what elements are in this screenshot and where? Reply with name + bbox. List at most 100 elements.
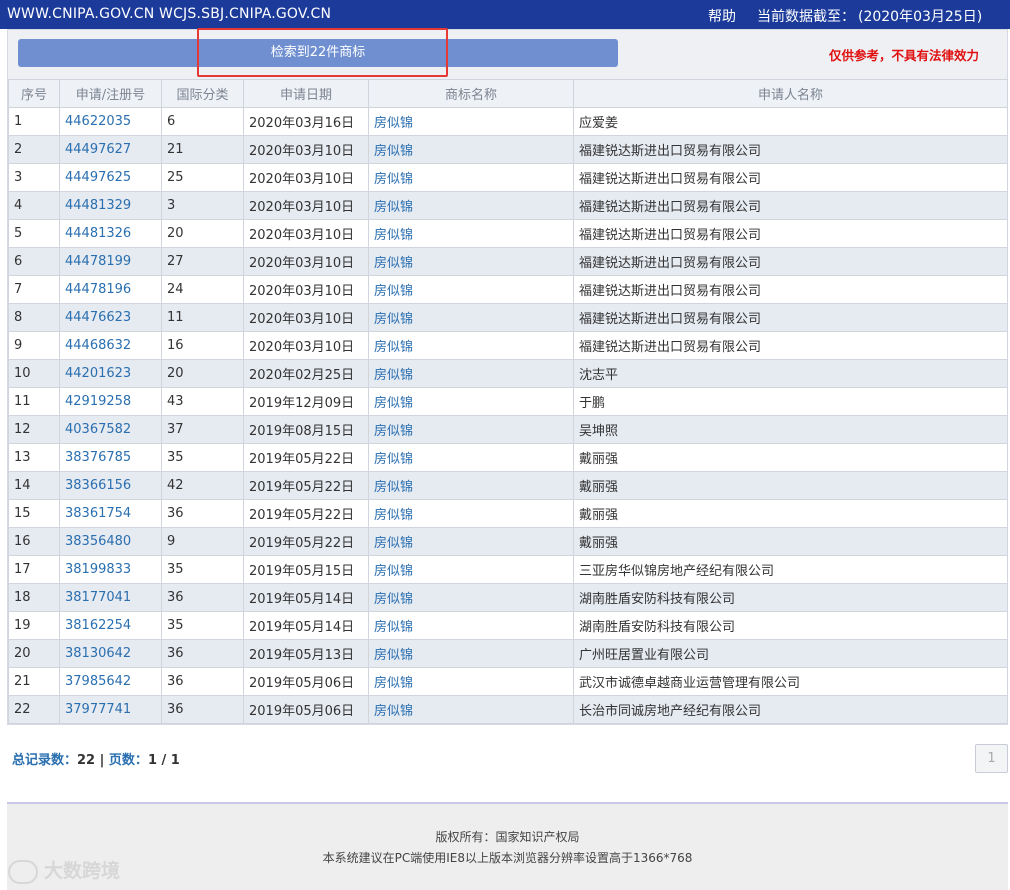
- cell-reg-number[interactable]: 38162254: [59, 611, 162, 640]
- cell-reg-number[interactable]: 44478196: [59, 275, 162, 304]
- cell-index: 20: [8, 639, 60, 668]
- cell-reg-number[interactable]: 38130642: [59, 639, 162, 668]
- cell-trademark[interactable]: 房似锦: [368, 219, 574, 248]
- total-records-value: 22: [77, 753, 96, 768]
- cell-trademark[interactable]: 房似锦: [368, 667, 574, 696]
- page-count-value: 1 / 1: [147, 753, 180, 768]
- table-row: 2 44497627 21 2020年03月10日 房似锦 福建锐达斯进出口贸易有限公司: [8, 135, 1008, 164]
- cell-reg-number[interactable]: 37977741: [59, 695, 162, 724]
- watermark: 大数跨境: [8, 856, 120, 884]
- cell-class: 25: [161, 163, 244, 192]
- cell-trademark[interactable]: 房似锦: [368, 247, 574, 276]
- cell-reg-number[interactable]: 44481329: [59, 191, 162, 220]
- cell-reg-number[interactable]: 38366156: [59, 471, 162, 500]
- cell-reg-number[interactable]: 44481326: [59, 219, 162, 248]
- browser-note: 本系统建议在PC端使用IE8以上版本浏览器分辨率设置高于1366*768: [322, 851, 693, 865]
- cell-class: 27: [161, 247, 244, 276]
- cell-reg-number[interactable]: 37985642: [59, 667, 162, 696]
- cell-trademark[interactable]: 房似锦: [368, 499, 574, 528]
- cell-reg-number[interactable]: 44476623: [59, 303, 162, 332]
- col-header-reg-number: 申请/注册号: [59, 79, 162, 108]
- footer: 版权所有：国家知识产权局 本系统建议在PC端使用IE8以上版本浏览器分辨率设置高…: [7, 804, 1008, 890]
- top-header-bar: WWW.CNIPA.GOV.CN WCJS.SBJ.CNIPA.GOV.CN 帮…: [0, 0, 1010, 29]
- cell-date: 2019年05月22日: [243, 471, 369, 500]
- cell-reg-number[interactable]: 38376785: [59, 443, 162, 472]
- cell-class: 35: [161, 443, 244, 472]
- cell-trademark[interactable]: 房似锦: [368, 387, 574, 416]
- cell-class: 42: [161, 471, 244, 500]
- cell-reg-number[interactable]: 38199833: [59, 555, 162, 584]
- cell-applicant: 福建锐达斯进出口贸易有限公司: [573, 191, 1008, 220]
- col-header-date: 申请日期: [243, 79, 369, 108]
- table-row: 9 44468632 16 2020年03月10日 房似锦 福建锐达斯进出口贸易有限公司: [8, 331, 1008, 360]
- data-as-of-label: 当前数据截至：: [757, 9, 855, 25]
- cell-trademark[interactable]: 房似锦: [368, 611, 574, 640]
- cell-trademark[interactable]: 房似锦: [368, 415, 574, 444]
- cell-applicant: 武汉市诚德卓越商业运营管理有限公司: [573, 667, 1008, 696]
- cell-reg-number[interactable]: 40367582: [59, 415, 162, 444]
- table-row: 4 44481329 3 2020年03月10日 房似锦 福建锐达斯进出口贸易有限公司: [8, 191, 1008, 220]
- cell-reg-number[interactable]: 44497625: [59, 163, 162, 192]
- cell-applicant: 戴丽强: [573, 499, 1008, 528]
- cell-trademark[interactable]: 房似锦: [368, 135, 574, 164]
- col-header-applicant: 申请人名称: [573, 79, 1008, 108]
- table-row: 11 42919258 43 2019年12月09日 房似锦 于鹏: [8, 387, 1008, 416]
- cell-trademark[interactable]: 房似锦: [368, 583, 574, 612]
- cell-class: 6: [161, 107, 244, 136]
- cell-applicant: 福建锐达斯进出口贸易有限公司: [573, 275, 1008, 304]
- cell-index: 2: [8, 135, 60, 164]
- cell-applicant: 吴坤照: [573, 415, 1008, 444]
- record-summary: 总记录数：22 | 页数：1 / 1: [12, 749, 180, 768]
- cell-index: 4: [8, 191, 60, 220]
- cell-date: 2020年03月10日: [243, 331, 369, 360]
- cell-trademark[interactable]: 房似锦: [368, 331, 574, 360]
- cell-class: 37: [161, 415, 244, 444]
- cell-index: 12: [8, 415, 60, 444]
- cell-reg-number[interactable]: 44468632: [59, 331, 162, 360]
- disclaimer-text: 仅供参考，不具有法律效力: [829, 48, 980, 63]
- cell-reg-number[interactable]: 38361754: [59, 499, 162, 528]
- highlight-annotation-box: [197, 28, 448, 77]
- cell-class: 3: [161, 191, 244, 220]
- cell-class: 9: [161, 527, 244, 556]
- cell-applicant: 三亚房华似锦房地产经纪有限公司: [573, 555, 1008, 584]
- cell-trademark[interactable]: 房似锦: [368, 555, 574, 584]
- cell-index: 18: [8, 583, 60, 612]
- cell-trademark[interactable]: 房似锦: [368, 191, 574, 220]
- cell-date: 2020年03月10日: [243, 275, 369, 304]
- page-button-1[interactable]: 1: [975, 744, 1008, 773]
- cell-trademark[interactable]: 房似锦: [368, 163, 574, 192]
- cell-reg-number[interactable]: 44201623: [59, 359, 162, 388]
- cell-trademark[interactable]: 房似锦: [368, 303, 574, 332]
- cell-date: 2020年03月10日: [243, 303, 369, 332]
- cell-trademark[interactable]: 房似锦: [368, 471, 574, 500]
- cell-trademark[interactable]: 房似锦: [368, 275, 574, 304]
- cell-applicant: 福建锐达斯进出口贸易有限公司: [573, 163, 1008, 192]
- help-link[interactable]: 帮助: [708, 6, 736, 26]
- cell-reg-number[interactable]: 42919258: [59, 387, 162, 416]
- cell-trademark[interactable]: 房似锦: [368, 527, 574, 556]
- cell-date: 2020年03月10日: [243, 163, 369, 192]
- cell-trademark[interactable]: 房似锦: [368, 639, 574, 668]
- cell-index: 17: [8, 555, 60, 584]
- cell-trademark[interactable]: 房似锦: [368, 359, 574, 388]
- cell-reg-number[interactable]: 44622035: [59, 107, 162, 136]
- cell-date: 2019年05月06日: [243, 695, 369, 724]
- cell-reg-number[interactable]: 44497627: [59, 135, 162, 164]
- cell-reg-number[interactable]: 38356480: [59, 527, 162, 556]
- cell-date: 2019年05月14日: [243, 611, 369, 640]
- cell-applicant: 福建锐达斯进出口贸易有限公司: [573, 135, 1008, 164]
- table-row: 20 38130642 36 2019年05月13日 房似锦 广州旺居置业有限公司: [8, 639, 1008, 668]
- cell-date: 2019年05月22日: [243, 443, 369, 472]
- cell-index: 13: [8, 443, 60, 472]
- cell-date: 2020年03月10日: [243, 135, 369, 164]
- cell-index: 8: [8, 303, 60, 332]
- cell-trademark[interactable]: 房似锦: [368, 443, 574, 472]
- cell-applicant: 湖南胜盾安防科技有限公司: [573, 583, 1008, 612]
- cell-reg-number[interactable]: 44478199: [59, 247, 162, 276]
- cell-date: 2019年05月14日: [243, 583, 369, 612]
- cell-trademark[interactable]: 房似锦: [368, 695, 574, 724]
- cell-trademark[interactable]: 房似锦: [368, 107, 574, 136]
- cell-reg-number[interactable]: 38177041: [59, 583, 162, 612]
- cell-class: 36: [161, 583, 244, 612]
